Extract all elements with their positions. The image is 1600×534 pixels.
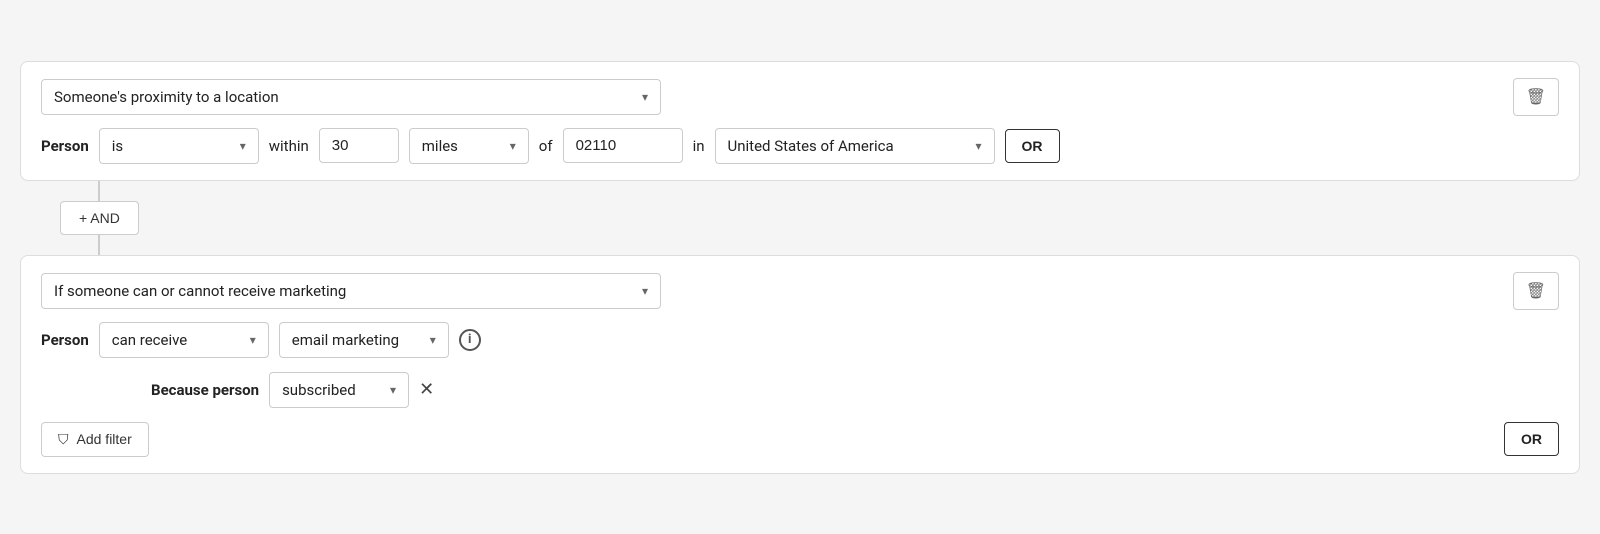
card2-delete-button[interactable]: 🗑 <box>1513 272 1559 310</box>
email-marketing-dropdown[interactable]: email marketing ▾ <box>279 322 449 358</box>
subscribed-value: subscribed <box>282 381 356 399</box>
can-receive-dropdown[interactable]: can receive ▾ <box>99 322 269 358</box>
card1-or-button[interactable]: OR <box>1005 129 1060 163</box>
card2-condition-select: If someone can or cannot receive marketi… <box>41 273 661 309</box>
email-marketing-chevron: ▾ <box>430 333 436 347</box>
card2-rows: Person can receive ▾ email marketing ▾ i… <box>41 322 1559 457</box>
zipcode-input[interactable] <box>563 128 683 163</box>
marketing-condition-dropdown[interactable]: If someone can or cannot receive marketi… <box>41 273 661 309</box>
is-chevron: ▾ <box>240 139 246 153</box>
bottom-row: ⛉ Add filter OR <box>41 422 1559 457</box>
proximity-condition-label: Someone's proximity to a location <box>54 88 279 106</box>
country-value: United States of America <box>728 137 894 155</box>
filter-icon: ⛉ <box>58 431 69 448</box>
proximity-condition-chevron: ▾ <box>642 90 648 104</box>
miles-value: miles <box>422 137 458 155</box>
within-label: within <box>269 137 309 155</box>
add-filter-button[interactable]: ⛉ Add filter <box>41 422 149 457</box>
marketing-card: If someone can or cannot receive marketi… <box>20 255 1580 474</box>
country-dropdown[interactable]: United States of America ▾ <box>715 128 995 164</box>
add-filter-label: Add filter <box>77 431 132 447</box>
connector-line-top <box>98 181 100 201</box>
subscribed-chevron: ▾ <box>390 383 396 397</box>
card1-condition-select: Someone's proximity to a location ▾ <box>41 79 661 115</box>
card1-person-label: Person <box>41 137 89 155</box>
proximity-condition-dropdown[interactable]: Someone's proximity to a location ▾ <box>41 79 661 115</box>
because-label: Because person <box>151 381 259 399</box>
is-dropdown[interactable]: is ▾ <box>99 128 259 164</box>
card2-or-label: OR <box>1521 431 1542 447</box>
miles-dropdown[interactable]: miles ▾ <box>409 128 529 164</box>
card2-header: If someone can or cannot receive marketi… <box>41 272 1559 310</box>
because-row: Because person subscribed ▾ ✕ <box>41 372 1559 408</box>
card2-person-label: Person <box>41 331 89 349</box>
info-icon[interactable]: i <box>459 329 481 351</box>
miles-chevron: ▾ <box>510 139 516 153</box>
card1-row: Person is ▾ within miles ▾ of in United … <box>41 128 1559 164</box>
can-receive-value: can receive <box>112 331 188 349</box>
card1-header: Someone's proximity to a location ▾ 🗑 <box>41 78 1559 116</box>
proximity-card: Someone's proximity to a location ▾ 🗑 Pe… <box>20 61 1580 181</box>
marketing-condition-chevron: ▾ <box>642 284 648 298</box>
distance-input[interactable] <box>319 128 399 163</box>
card1-or-label: OR <box>1022 138 1043 154</box>
and-label: + AND <box>79 210 120 226</box>
of-label: of <box>539 137 553 155</box>
close-button[interactable]: ✕ <box>419 381 434 399</box>
marketing-condition-label: If someone can or cannot receive marketi… <box>54 282 346 300</box>
country-chevron: ▾ <box>975 139 981 153</box>
card1-delete-button[interactable]: 🗑 <box>1513 78 1559 116</box>
card2-or-button[interactable]: OR <box>1504 422 1559 456</box>
email-marketing-value: email marketing <box>292 331 399 349</box>
connector-line-bottom <box>98 235 100 255</box>
and-button[interactable]: + AND <box>60 201 139 235</box>
in-label: in <box>693 137 705 155</box>
trash-icon: 🗑 <box>1526 87 1546 107</box>
subscribed-dropdown[interactable]: subscribed ▾ <box>269 372 409 408</box>
main-container: Someone's proximity to a location ▾ 🗑 Pe… <box>20 61 1580 474</box>
card2-person-row: Person can receive ▾ email marketing ▾ i <box>41 322 1559 358</box>
is-value: is <box>112 137 123 155</box>
trash-icon-2: 🗑 <box>1526 281 1546 301</box>
can-receive-chevron: ▾ <box>250 333 256 347</box>
